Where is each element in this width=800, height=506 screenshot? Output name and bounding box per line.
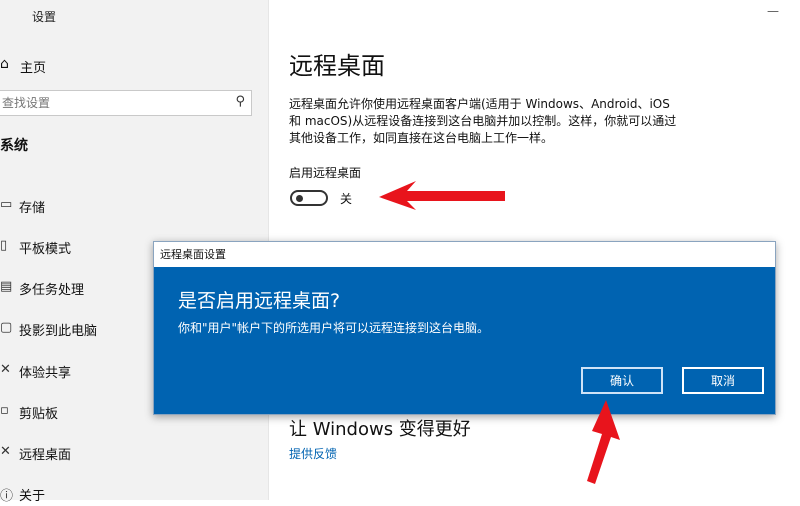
- remote-desktop-settings-dialog: 远程桌面设置 是否启用远程桌面? 你和"用户"帐户下的所选用户将可以远程连接到这…: [153, 241, 776, 415]
- about-icon: ⓘ: [0, 489, 14, 504]
- remote-desktop-toggle[interactable]: [290, 190, 328, 206]
- window-title: 设置: [32, 10, 57, 24]
- tablet-mode-icon: ▯: [0, 238, 8, 253]
- dialog-message: 你和"用户"帐户下的所选用户将可以远程连接到这台电脑。: [178, 321, 490, 335]
- multitasking-icon: ▤: [0, 279, 13, 294]
- toggle-knob: [296, 195, 303, 202]
- projecting-icon: ▢: [0, 320, 13, 335]
- description-line: 和 macOS)从远程设备连接到这台电脑并加以控制。这样，你就可以通过: [289, 114, 677, 128]
- description-line: 远程桌面允许你使用远程桌面客户端(适用于 Windows、Android、iOS: [289, 97, 670, 111]
- sidebar-item-label: 多任务处理: [19, 283, 85, 298]
- sidebar-item-label: 远程桌面: [19, 448, 72, 463]
- sidebar-item-label: 存储: [19, 201, 46, 216]
- sidebar-item-about[interactable]: ⓘ 关于: [0, 484, 268, 506]
- sidebar-item-label: 剪贴板: [19, 407, 59, 422]
- shared-experiences-icon: ✕: [0, 362, 11, 377]
- dialog-title: 远程桌面设置: [154, 242, 775, 267]
- sidebar-section-title: 系统: [0, 138, 28, 154]
- storage-icon: ▭: [0, 197, 13, 212]
- sidebar-home[interactable]: ⌂ 主页: [0, 55, 268, 77]
- description-line: 其他设备工作，如同直接在这台电脑上工作一样。: [289, 131, 554, 145]
- sidebar-item-label: 关于: [19, 489, 46, 504]
- dialog-heading: 是否启用远程桌面?: [178, 290, 341, 312]
- remote-desktop-toggle-label: 启用远程桌面: [289, 166, 362, 180]
- sidebar-home-label: 主页: [20, 61, 47, 76]
- confirm-button[interactable]: 确认: [581, 367, 663, 394]
- sidebar-item-label: 投影到此电脑: [19, 324, 98, 339]
- sidebar-item-label: 平板模式: [19, 242, 72, 257]
- minimize-button[interactable]: —: [767, 4, 779, 18]
- sidebar-item-label: 体验共享: [19, 366, 72, 381]
- feedback-link[interactable]: 提供反馈: [289, 445, 337, 462]
- remote-desktop-icon: ✕: [0, 444, 11, 459]
- sidebar-item-storage[interactable]: ▭ 存储: [0, 196, 268, 218]
- search-input[interactable]: [0, 91, 222, 115]
- home-icon: ⌂: [0, 56, 9, 72]
- page-description: 远程桌面允许你使用远程桌面客户端(适用于 Windows、Android、iOS…: [289, 96, 709, 147]
- toggle-state-text: 关: [340, 192, 353, 206]
- sidebar-item-remote-desktop[interactable]: ✕ 远程桌面: [0, 443, 268, 465]
- search-box[interactable]: ⚲: [0, 90, 252, 116]
- cancel-button[interactable]: 取消: [682, 367, 764, 394]
- clipboard-icon: ▫: [0, 403, 9, 418]
- search-icon[interactable]: ⚲: [235, 94, 245, 109]
- improve-windows-heading: 让 Windows 变得更好: [289, 419, 471, 440]
- page-title: 远程桌面: [289, 52, 385, 80]
